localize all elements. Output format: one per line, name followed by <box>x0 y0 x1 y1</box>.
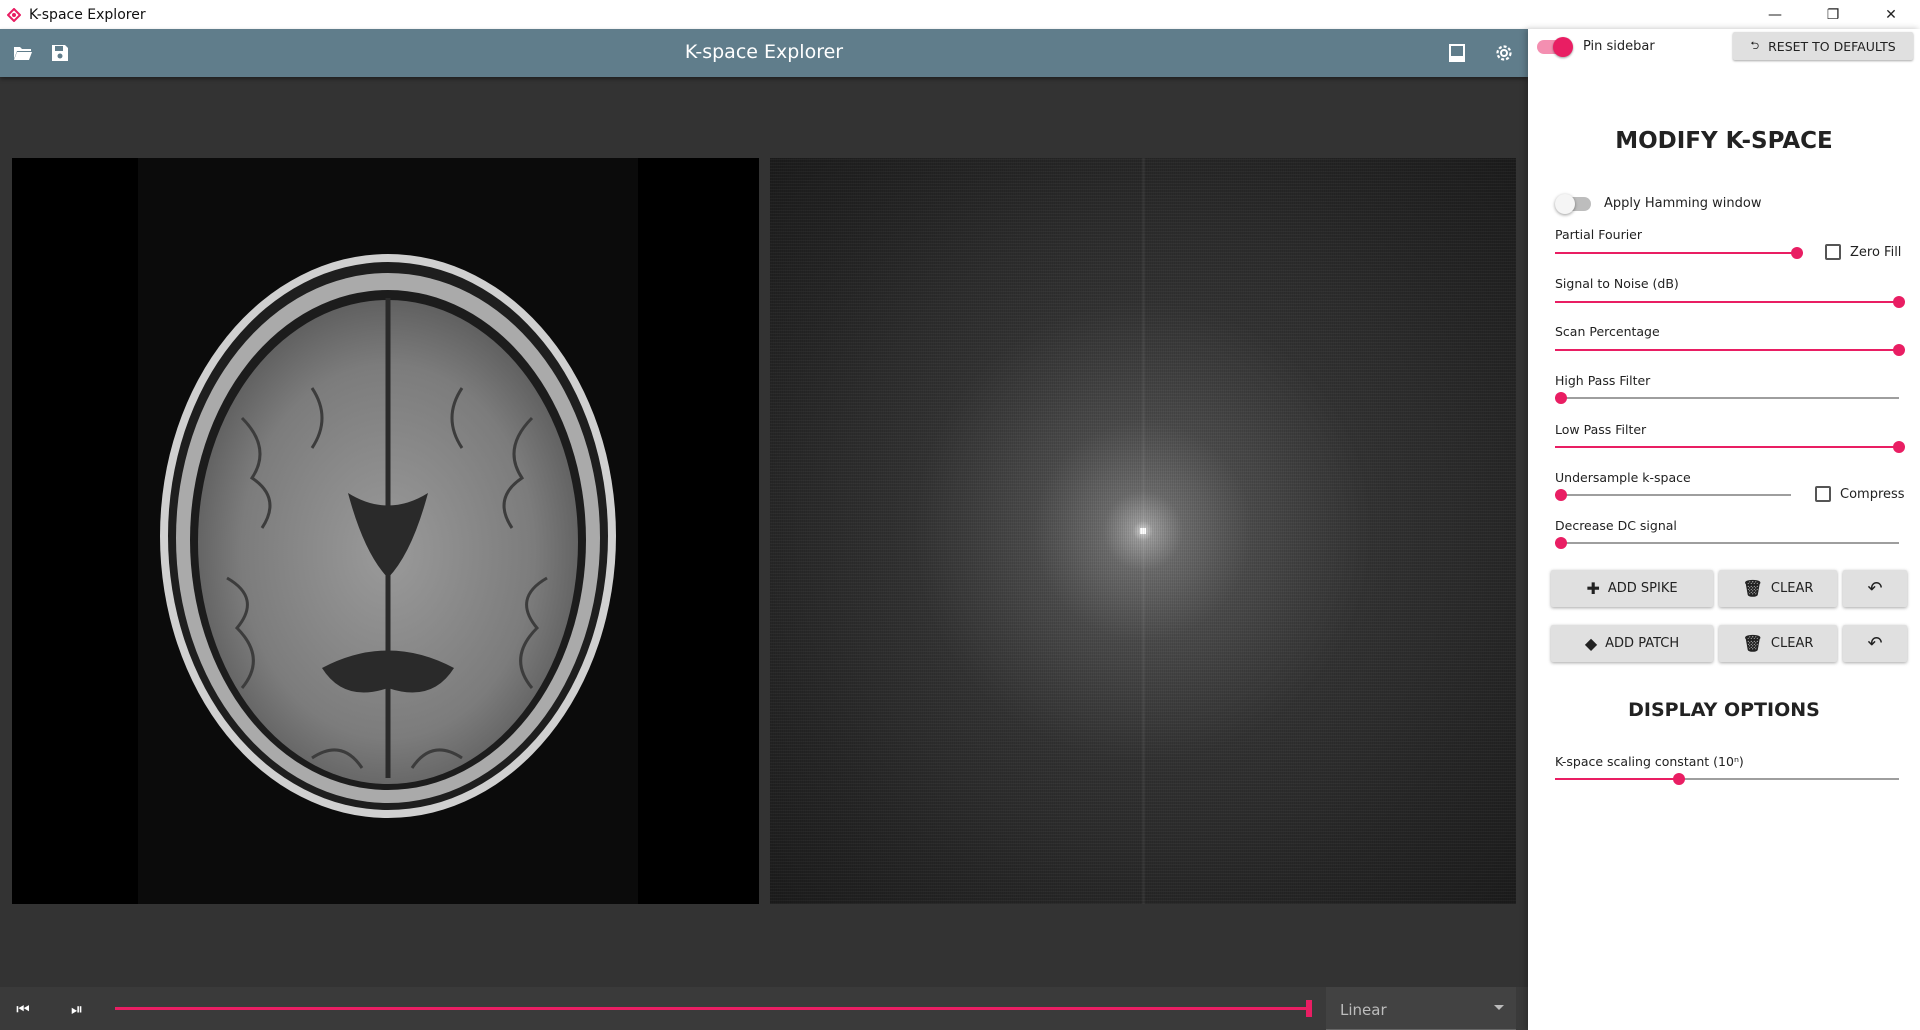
window-title: K-space Explorer <box>29 6 146 23</box>
dc-signal-slider[interactable] <box>1555 537 1899 549</box>
low-pass-slider[interactable] <box>1555 441 1905 453</box>
partial-fourier-slider[interactable] <box>1555 247 1803 259</box>
scaling-constant-label: K-space scaling constant (10ⁿ) <box>1555 754 1744 769</box>
snr-slider[interactable] <box>1555 296 1905 308</box>
clear-patches-label: CLEAR <box>1770 636 1814 651</box>
interpolation-select[interactable]: Linear <box>1326 987 1516 1030</box>
undo-patch-button[interactable]: ↶ <box>1843 625 1907 662</box>
animation-progress-track[interactable] <box>115 1007 1310 1010</box>
clear-spikes-button[interactable]: 🗑 CLEAR <box>1719 570 1837 607</box>
undo-icon: ↶ <box>1867 633 1883 654</box>
add-spike-button[interactable]: ✚ ADD SPIKE <box>1551 570 1713 607</box>
animation-playbar: ⏮ ⏯ Linear <box>0 987 1528 1030</box>
display-options-title: DISPLAY OPTIONS <box>1628 699 1820 721</box>
scaling-constant-slider[interactable] <box>1555 773 1899 785</box>
clear-spikes-label: CLEAR <box>1770 581 1814 596</box>
dc-signal-label: Decrease DC signal <box>1555 518 1677 533</box>
add-patch-label: ADD PATCH <box>1605 636 1680 651</box>
window-titlebar: K-space Explorer — ❐ ✕ <box>0 0 1920 29</box>
undersample-label: Undersample k-space <box>1555 470 1691 485</box>
snr-label: Signal to Noise (dB) <box>1555 276 1679 291</box>
interpolation-value: Linear <box>1340 1001 1387 1019</box>
app-toolbar: K-space Explorer <box>0 29 1528 77</box>
main-workspace: K-space Explorer ⏮ ⏯ Linear <box>0 29 1528 1030</box>
kspace-center-dc <box>1140 528 1146 534</box>
high-pass-label: High Pass Filter <box>1555 373 1651 388</box>
minimize-button[interactable]: — <box>1746 0 1804 29</box>
reset-defaults-button[interactable]: ⮌ RESET TO DEFAULTS <box>1733 32 1913 60</box>
reset-icon: ⮌ <box>1750 38 1760 52</box>
scan-percentage-slider[interactable] <box>1555 344 1905 356</box>
plus-icon: ✚ <box>1586 579 1600 598</box>
scan-percentage-label: Scan Percentage <box>1555 324 1660 339</box>
skip-back-icon[interactable]: ⏮ <box>13 999 33 1019</box>
kspace-image-view[interactable] <box>770 158 1516 904</box>
reset-defaults-label: RESET TO DEFAULTS <box>1768 38 1896 54</box>
compress-label: Compress <box>1840 487 1905 502</box>
settings-icon[interactable] <box>1493 42 1515 64</box>
restore-button[interactable]: ❐ <box>1804 0 1862 29</box>
sidebar-toggle-icon[interactable] <box>1446 42 1468 64</box>
chevron-down-icon <box>1494 1005 1504 1010</box>
modify-sidebar: Pin sidebar ⮌ RESET TO DEFAULTS MODIFY K… <box>1528 29 1920 1030</box>
app-title: K-space Explorer <box>684 41 844 63</box>
eraser-icon: ◆ <box>1584 634 1598 653</box>
modify-kspace-title: MODIFY K-SPACE <box>1615 128 1833 154</box>
pin-sidebar-toggle[interactable] <box>1537 37 1573 57</box>
trash-icon: 🗑 <box>1742 579 1763 598</box>
clear-patches-button[interactable]: 🗑 CLEAR <box>1719 625 1837 662</box>
partial-fourier-label: Partial Fourier <box>1555 227 1643 242</box>
pin-sidebar-label: Pin sidebar <box>1583 39 1655 54</box>
trash-icon: 🗑 <box>1742 634 1763 653</box>
zero-fill-label: Zero Fill <box>1850 245 1902 260</box>
hamming-window-toggle[interactable] <box>1555 193 1595 214</box>
high-pass-slider[interactable] <box>1555 392 1899 404</box>
zero-fill-checkbox[interactable] <box>1825 244 1841 260</box>
app-logo-icon <box>7 7 21 22</box>
undo-icon: ↶ <box>1867 578 1883 599</box>
play-pause-icon[interactable]: ⏯ <box>67 999 87 1019</box>
undersample-slider[interactable] <box>1555 489 1791 501</box>
add-patch-button[interactable]: ◆ ADD PATCH <box>1551 625 1713 662</box>
close-button[interactable]: ✕ <box>1862 0 1920 29</box>
compress-checkbox[interactable] <box>1815 486 1831 502</box>
undo-spike-button[interactable]: ↶ <box>1843 570 1907 607</box>
low-pass-label: Low Pass Filter <box>1555 422 1647 437</box>
add-spike-label: ADD SPIKE <box>1607 581 1678 596</box>
hamming-window-label: Apply Hamming window <box>1604 196 1762 211</box>
brain-image <box>160 254 616 818</box>
mr-image-view[interactable] <box>12 158 759 904</box>
animation-progress-thumb[interactable] <box>1306 1000 1312 1017</box>
